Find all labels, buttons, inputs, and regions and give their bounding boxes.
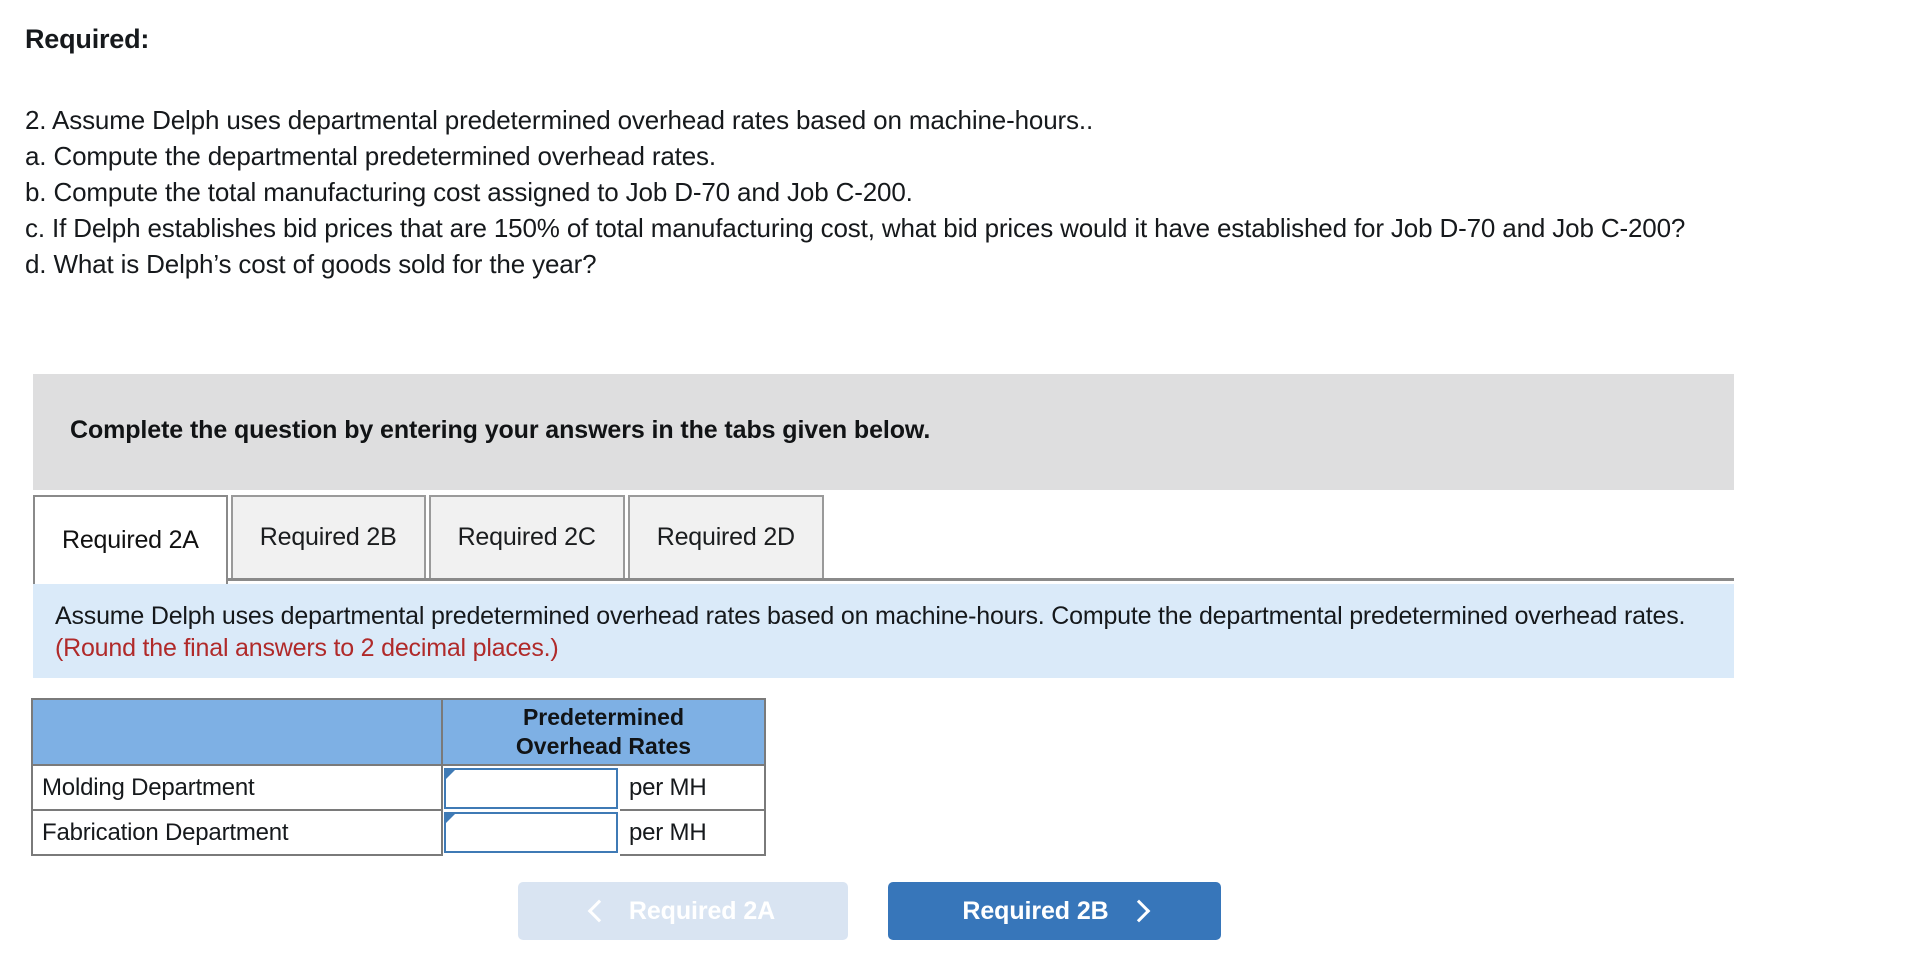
- row-label-molding: Molding Department: [31, 764, 443, 811]
- tab-instruction-text-wrapper: Assume Delph uses departmental predeterm…: [55, 600, 1712, 664]
- table-body: Molding Department per MH Fabrication De…: [31, 764, 766, 856]
- instruction-banner: Complete the question by entering your a…: [33, 374, 1734, 490]
- tab-required-2b-label: Required 2B: [259, 523, 397, 551]
- chevron-right-icon: [1127, 899, 1150, 923]
- rounding-note: (Round the final answers to 2 decimal pl…: [55, 634, 559, 662]
- instruction-banner-text: Complete the question by entering your a…: [70, 416, 931, 444]
- molding-rate-unit: per MH: [620, 764, 766, 811]
- molding-rate-input-box[interactable]: [444, 767, 618, 809]
- row-label-fabrication: Fabrication Department: [31, 809, 443, 856]
- table-header-rate: Predetermined Overhead Rates: [441, 698, 766, 766]
- table-row: Molding Department per MH: [31, 764, 766, 811]
- page-title: Required:: [25, 24, 150, 54]
- prev-required-2a-button[interactable]: Required 2A: [518, 882, 848, 940]
- question-line-a: a. Compute the departmental predetermine…: [25, 141, 716, 171]
- tab-required-2d[interactable]: Required 2D: [627, 495, 824, 578]
- question-line-c: c. If Delph establishes bid prices that …: [25, 213, 1686, 243]
- tab-required-2a[interactable]: Required 2A: [33, 495, 228, 584]
- predetermined-overhead-rates-table: Predetermined Overhead Rates Molding Dep…: [31, 698, 766, 856]
- fabrication-rate-unit: per MH: [620, 809, 766, 856]
- tabs-row: Required 2A Required 2B Required 2C Requ…: [33, 495, 827, 584]
- question-statement: 2. Assume Delph uses departmental predet…: [25, 102, 1905, 282]
- tab-required-2c-label: Required 2C: [457, 523, 596, 551]
- question-line-2: 2. Assume Delph uses departmental predet…: [25, 105, 1094, 135]
- question-line-b: b. Compute the total manufacturing cost …: [25, 177, 913, 207]
- next-required-2b-button[interactable]: Required 2B: [888, 882, 1221, 940]
- fabrication-rate-cell: [442, 810, 620, 855]
- table-row: Fabrication Department per MH: [31, 809, 766, 856]
- table-header-blank: [31, 698, 443, 766]
- tab-required-2d-label: Required 2D: [656, 523, 795, 551]
- prev-button-label: Required 2A: [628, 896, 776, 925]
- table-header-rate-line2: Overhead Rates: [515, 733, 692, 759]
- tab-required-2c[interactable]: Required 2C: [428, 495, 625, 578]
- fabrication-rate-input-box[interactable]: [444, 812, 618, 853]
- tab-instruction-panel: Assume Delph uses departmental predeterm…: [33, 584, 1734, 678]
- next-button-label: Required 2B: [962, 896, 1109, 925]
- tab-required-2a-label: Required 2A: [62, 526, 199, 554]
- molding-rate-input[interactable]: [446, 769, 616, 807]
- tab-strip: Required 2A Required 2B Required 2C Requ…: [33, 495, 1734, 584]
- table-header-rate-line1: Predetermined: [522, 704, 685, 730]
- molding-rate-cell: [442, 765, 620, 810]
- fabrication-rate-input[interactable]: [446, 814, 616, 851]
- tab-required-2b[interactable]: Required 2B: [230, 495, 426, 578]
- chevron-left-icon: [587, 899, 611, 923]
- table-head: Predetermined Overhead Rates: [31, 698, 766, 766]
- tab-instruction-text: Assume Delph uses departmental predeterm…: [55, 602, 1686, 630]
- question-line-d: d. What is Delph’s cost of goods sold fo…: [25, 249, 597, 279]
- navigation-buttons: Required 2A Required 2B: [518, 882, 1221, 940]
- worksheet-page: Required: 2. Assume Delph uses departmen…: [0, 0, 1932, 980]
- table-header-row: Predetermined Overhead Rates: [31, 698, 766, 766]
